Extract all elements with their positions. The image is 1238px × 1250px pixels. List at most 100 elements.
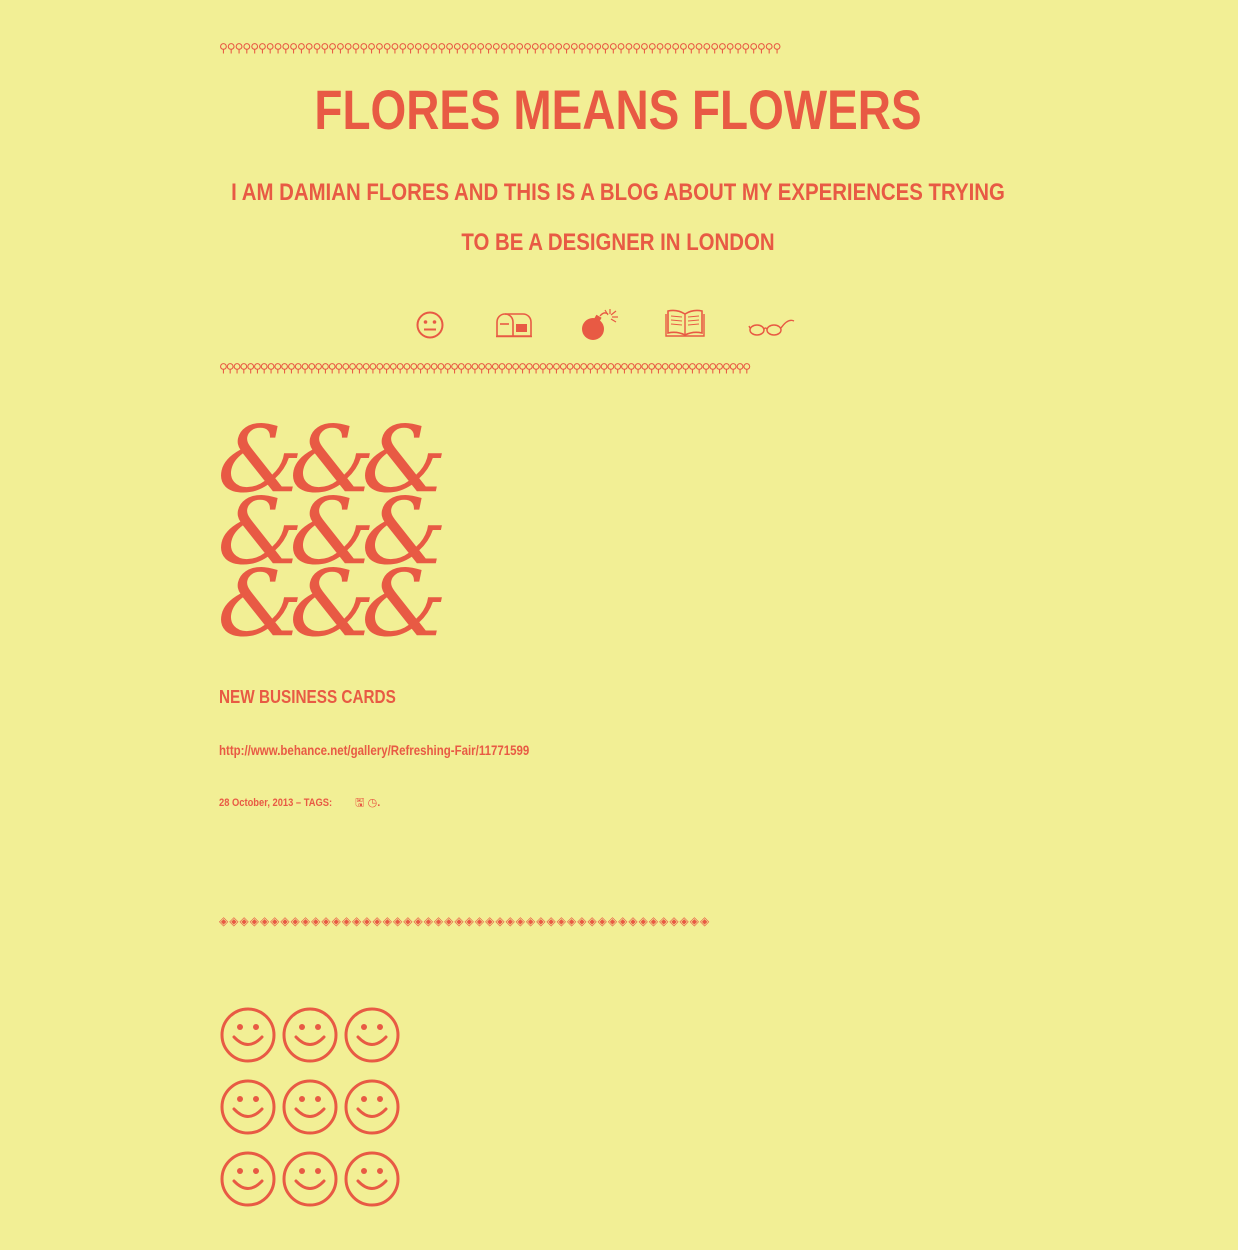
site-subtitle: I AM DAMIAN FLORES AND THIS IS A BLOG AB… xyxy=(219,168,1017,268)
border-glyph: ⚲ xyxy=(613,361,622,375)
smiley-icon xyxy=(344,1079,400,1135)
border-glyph: ⚲ xyxy=(660,361,670,375)
border-glyph: ⚲ xyxy=(445,41,454,55)
separator-glyph: ◈ xyxy=(556,914,567,928)
post-link[interactable]: http://www.behance.net/gallery/Refreshin… xyxy=(219,740,597,760)
border-glyph: ⚲ xyxy=(359,41,368,55)
decorative-border-top: ⚲⚲⚲⚲⚲⚲⚲⚲⚲⚲⚲⚲⚲⚲⚲⚲⚲⚲⚲⚲⚲⚲⚲⚲⚲⚲⚲⚲⚲⚲⚲⚲⚲⚲⚲⚲⚲⚲⚲⚲… xyxy=(219,38,1017,58)
nav-item-projects[interactable] xyxy=(580,308,620,342)
separator-glyph: ◈ xyxy=(495,914,506,928)
ampersand-glyph: & xyxy=(361,550,448,657)
separator-glyph: ◈ xyxy=(270,914,281,928)
separator-glyph: ◈ xyxy=(669,914,680,928)
border-glyph: ⚲ xyxy=(314,361,323,375)
border-glyph: ⚲ xyxy=(687,361,697,375)
border-glyph: ⚲ xyxy=(772,41,782,55)
border-glyph: ⚲ xyxy=(413,41,423,55)
separator-glyph: ◈ xyxy=(566,914,578,928)
border-glyph: ⚲ xyxy=(725,41,735,55)
separator-glyph: ◈ xyxy=(679,914,690,928)
separator-glyph: ◈ xyxy=(239,914,250,928)
site-title[interactable]: FLORES MEANS FLOWERS xyxy=(291,78,945,142)
border-glyph: ⚲ xyxy=(320,41,329,55)
site-title-link[interactable]: FLORES MEANS FLOWERS xyxy=(314,78,921,141)
border-glyph: ⚲ xyxy=(671,41,680,55)
border-glyph: ⚲ xyxy=(562,41,571,55)
border-glyph: ⚲ xyxy=(450,361,459,375)
border-glyph: ⚲ xyxy=(764,41,774,55)
separator-glyph: ◈ xyxy=(341,914,353,928)
separator-glyph: ◈ xyxy=(249,914,260,928)
separator-glyph: ◈ xyxy=(587,914,598,928)
separator-glyph: ◈ xyxy=(444,914,455,928)
border-glyph: ⚲ xyxy=(328,41,337,55)
separator-glyph: ◈ xyxy=(618,914,629,928)
border-glyph: ⚲ xyxy=(437,41,446,55)
post-date: 28 October, 2013 – TAGS: xyxy=(219,797,333,809)
separator-glyph: ◈ xyxy=(638,914,649,928)
separator-glyph: ◈ xyxy=(219,914,230,928)
border-glyph: ⚲ xyxy=(491,41,501,55)
nav-item-contact[interactable] xyxy=(495,312,533,338)
border-glyph: ⚲ xyxy=(382,41,392,55)
border-glyph: ⚲ xyxy=(225,361,235,375)
post-link-text[interactable]: http://www.behance.net/gallery/Refreshin… xyxy=(219,740,529,760)
border-glyph: ⚲ xyxy=(398,41,407,55)
post-title-text[interactable]: NEW BUSINESS CARDS xyxy=(219,684,396,710)
border-glyph: ⚲ xyxy=(281,41,290,55)
border-glyph: ⚲ xyxy=(640,41,649,55)
smiley-icon xyxy=(282,1007,338,1063)
border-glyph: ⚲ xyxy=(335,41,345,55)
separator-glyph: ◈ xyxy=(423,914,434,928)
separator-glyph: ◈ xyxy=(392,914,404,928)
smiley-icon xyxy=(220,1007,276,1063)
border-glyph: ⚲ xyxy=(382,361,391,375)
border-glyph: ⚲ xyxy=(406,41,415,55)
nav-item-vision[interactable] xyxy=(748,316,796,338)
border-glyph: ⚲ xyxy=(259,361,269,375)
bomb-icon xyxy=(582,309,618,340)
border-glyph: ⚲ xyxy=(490,361,500,375)
border-glyph: ⚲ xyxy=(304,41,314,55)
separator-glyph: ◈ xyxy=(300,914,312,928)
border-glyph: ⚲ xyxy=(343,41,353,55)
ampersand-row: &&& xyxy=(217,550,448,657)
border-glyph: ⚲ xyxy=(681,361,690,375)
ampersand-glyph: & xyxy=(289,550,376,657)
border-glyph: ⚲ xyxy=(456,361,466,375)
separator-glyph: ◈ xyxy=(413,914,424,928)
site-subtitle-text: I AM DAMIAN FLORES AND THIS IS A BLOG AB… xyxy=(231,179,1005,256)
floppy-disk-icon[interactable]: 🖫 xyxy=(355,796,364,809)
tags-label: TAGS: xyxy=(303,797,333,809)
post-title[interactable]: NEW BUSINESS CARDS xyxy=(219,684,427,710)
separator-glyph: ◈ xyxy=(290,914,301,928)
border-glyph: ⚲ xyxy=(293,361,303,375)
neutral-face-icon xyxy=(416,311,444,339)
border-glyph: ⚲ xyxy=(749,41,758,55)
border-glyph: ⚲ xyxy=(718,41,727,55)
ampersand-glyph: & xyxy=(217,550,304,657)
border-glyph: ⚲ xyxy=(280,361,289,375)
border-glyph: ⚲ xyxy=(620,361,629,375)
separator-glyph: ◈ xyxy=(362,914,373,928)
nav-item-about[interactable] xyxy=(415,310,445,340)
open-book-icon xyxy=(665,309,705,337)
next-post-image[interactable] xyxy=(219,1006,409,1222)
border-glyph: ⚲ xyxy=(484,41,493,55)
border-glyph: ⚲ xyxy=(524,361,534,375)
border-glyph: ⚲ xyxy=(530,41,540,55)
border-glyph: ⚲ xyxy=(601,41,610,55)
border-glyph: ⚲ xyxy=(296,41,306,55)
separator-glyph: ◈ xyxy=(280,914,291,928)
clock-icon[interactable]: ◷ xyxy=(368,796,378,809)
post-image[interactable]: &&& &&& &&& xyxy=(217,414,448,657)
border-glyph: ⚲ xyxy=(388,361,398,375)
border-glyph: ⚲ xyxy=(742,361,751,375)
separator-glyph: ◈ xyxy=(536,914,547,928)
separator-glyph: ◈ xyxy=(229,914,240,928)
border-glyph: ⚲ xyxy=(265,41,275,55)
nav-item-reading[interactable] xyxy=(665,308,705,338)
smiley-icon xyxy=(344,1007,400,1063)
separator-glyph: ◈ xyxy=(454,914,465,928)
border-glyph: ⚲ xyxy=(592,361,602,375)
